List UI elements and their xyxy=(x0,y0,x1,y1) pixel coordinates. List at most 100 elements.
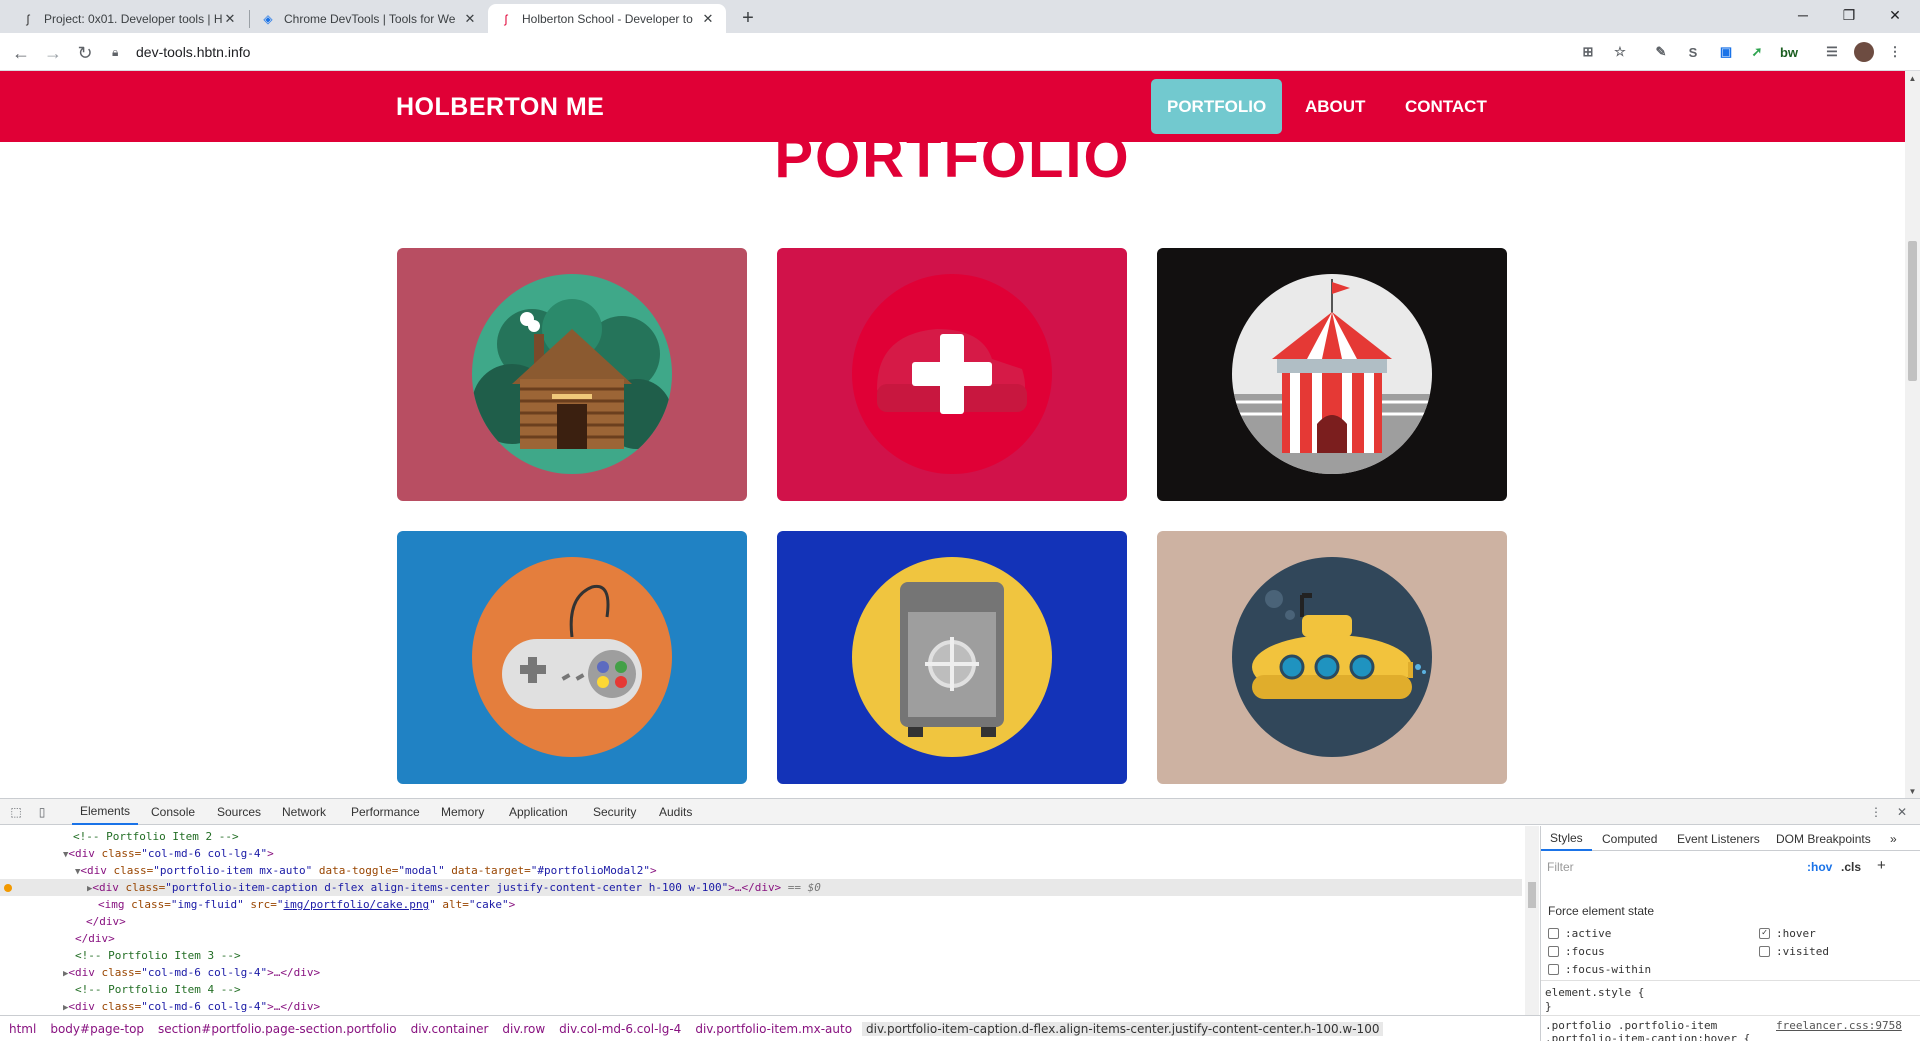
reload-button[interactable]: ↻ xyxy=(71,39,99,67)
src-link[interactable]: img/portfolio/cake.png xyxy=(283,898,429,911)
dom-node[interactable]: ▶<div class="col-md-6 col-lg-4">…</div> xyxy=(63,998,320,1015)
new-tab-button[interactable]: + xyxy=(736,6,760,30)
tab-performance[interactable]: Performance xyxy=(351,799,420,825)
scroll-thumb[interactable] xyxy=(1908,241,1917,381)
chrome-devtools-icon: ◈ xyxy=(263,11,273,26)
breadcrumb-item[interactable]: html xyxy=(9,1022,36,1036)
state-focus-within-checkbox[interactable]: :focus-within xyxy=(1548,963,1651,976)
tab-memory[interactable]: Memory xyxy=(441,799,484,825)
portfolio-item-safe[interactable] xyxy=(777,531,1127,784)
scroll-thumb[interactable] xyxy=(1528,882,1536,908)
nav-portfolio[interactable]: PORTFOLIO xyxy=(1151,79,1283,134)
breadcrumb-item[interactable]: div.portfolio-item.mx-auto xyxy=(695,1022,852,1036)
close-tab-icon[interactable]: ✕ xyxy=(462,11,478,27)
force-element-state-title: Force element state xyxy=(1548,904,1655,918)
cls-toggle[interactable]: .cls xyxy=(1841,860,1861,874)
tab-network[interactable]: Network xyxy=(282,799,326,825)
dom-node[interactable]: <!-- Portfolio Item 2 --> xyxy=(73,828,239,845)
tab-application[interactable]: Application xyxy=(509,799,568,825)
profile-avatar[interactable] xyxy=(1854,42,1874,62)
dom-node[interactable]: <!-- Portfolio Item 4 --> xyxy=(75,981,241,998)
tab-security[interactable]: Security xyxy=(593,799,636,825)
translate-icon[interactable]: ⊞ xyxy=(1578,42,1598,62)
browser-tab-project[interactable]: ʃ Project: 0x01. Developer tools | H ✕ xyxy=(10,4,248,33)
warning-dot-icon xyxy=(4,884,12,892)
dom-node[interactable]: </div> xyxy=(75,930,115,947)
skype-icon[interactable]: S xyxy=(1683,42,1703,62)
close-tab-icon[interactable]: ✕ xyxy=(222,11,238,27)
portfolio-item-circus[interactable] xyxy=(1157,248,1507,501)
selected-dom-node[interactable]: ▶<div class="portfolio-item-caption d-fl… xyxy=(0,879,1522,896)
devtools-menu-icon[interactable]: ⋮ xyxy=(1868,804,1884,820)
hov-toggle[interactable]: :hov xyxy=(1807,860,1832,874)
breadcrumb-item-selected[interactable]: div.portfolio-item-caption.d-flex.align-… xyxy=(862,1022,1384,1036)
forward-button[interactable]: → xyxy=(39,39,67,67)
bookmark-star-icon[interactable]: ☆ xyxy=(1610,42,1630,62)
portfolio-item-game[interactable] xyxy=(397,531,747,784)
address-bar[interactable]: 🔒︎ dev-tools.hbtn.info xyxy=(112,37,1622,67)
site-brand[interactable]: HOLBERTON ME xyxy=(396,93,604,122)
tag-name: <img xyxy=(98,898,125,911)
close-tab-icon[interactable]: ✕ xyxy=(700,11,716,27)
new-style-rule-button[interactable]: + xyxy=(1877,857,1886,874)
device-toolbar-icon[interactable]: ▯ xyxy=(34,804,50,820)
minimize-button[interactable]: ─ xyxy=(1780,0,1826,30)
tab-audits[interactable]: Audits xyxy=(659,799,692,825)
rule-selector[interactable]: .portfolio .portfolio-item xyxy=(1545,1019,1717,1032)
dom-node[interactable]: ▼<div class="col-md-6 col-lg-4"> xyxy=(63,845,274,862)
browser-tab-holberton[interactable]: ʃ Holberton School - Developer to ✕ xyxy=(488,4,726,33)
attr-value: "col-md-6 col-lg-4" xyxy=(141,966,268,979)
extension-arrow-icon[interactable]: ➚ xyxy=(1747,42,1767,62)
breadcrumb-item[interactable]: section#portfolio.page-section.portfolio xyxy=(158,1022,397,1036)
page-scrollbar[interactable]: ▲ ▼ xyxy=(1905,71,1920,798)
eyedropper-icon[interactable]: ✎ xyxy=(1651,42,1671,62)
browser-tab-chrome-devtools[interactable]: ◈ Chrome DevTools | Tools for We ✕ xyxy=(250,4,488,33)
tab-console[interactable]: Console xyxy=(151,799,195,825)
close-window-button[interactable]: ✕ xyxy=(1872,0,1918,30)
tab-styles[interactable]: Styles xyxy=(1541,826,1592,851)
element-style-rule[interactable]: element.style { xyxy=(1545,986,1644,999)
more-tabs-icon[interactable]: » xyxy=(1890,826,1897,851)
portfolio-item-cabin[interactable] xyxy=(397,248,747,501)
elements-tree[interactable]: <!-- Portfolio Item 2 --> ▼<div class="c… xyxy=(0,826,1540,1015)
state-visited-checkbox[interactable]: :visited xyxy=(1759,945,1829,958)
back-button[interactable]: ← xyxy=(7,39,35,67)
breadcrumb-item[interactable]: body#page-top xyxy=(50,1022,144,1036)
restore-button[interactable]: ❐ xyxy=(1826,0,1872,30)
dom-node[interactable]: ▶<div class="col-md-6 col-lg-4">…</div> xyxy=(63,964,320,981)
dom-node[interactable]: <!-- Portfolio Item 3 --> xyxy=(75,947,241,964)
tag-name: <div xyxy=(68,847,95,860)
site-navbar: HOLBERTON ME PORTFOLIO ABOUT CONTACT xyxy=(0,71,1905,142)
reading-list-icon[interactable]: ☰ xyxy=(1822,42,1842,62)
dom-node[interactable]: </div> xyxy=(86,913,126,930)
devtools-close-icon[interactable]: ✕ xyxy=(1894,804,1910,820)
extension-bw-icon[interactable]: bw xyxy=(1779,42,1799,62)
tab-event-listeners[interactable]: Event Listeners xyxy=(1677,826,1760,851)
scroll-down-arrow[interactable]: ▼ xyxy=(1905,784,1920,798)
portfolio-item-cake[interactable] xyxy=(777,248,1127,501)
state-active-checkbox[interactable]: :active xyxy=(1548,927,1611,940)
breadcrumb-item[interactable]: div.row xyxy=(502,1022,545,1036)
scroll-up-arrow[interactable]: ▲ xyxy=(1905,71,1920,85)
nav-contact[interactable]: CONTACT xyxy=(1389,79,1503,134)
more-menu-icon[interactable]: ⋮ xyxy=(1885,42,1905,62)
tab-dom-breakpoints[interactable]: DOM Breakpoints xyxy=(1776,826,1871,851)
elements-scrollbar[interactable] xyxy=(1525,826,1539,1015)
tab-sources[interactable]: Sources xyxy=(217,799,261,825)
dom-node[interactable]: <img class="img-fluid" src="img/portfoli… xyxy=(98,896,515,913)
inspect-element-icon[interactable]: ⬚ xyxy=(8,804,24,820)
nav-about[interactable]: ABOUT xyxy=(1289,79,1381,134)
portfolio-item-submarine[interactable] xyxy=(1157,531,1507,784)
tab-elements[interactable]: Elements xyxy=(72,799,139,825)
breadcrumb-item[interactable]: div.container xyxy=(411,1022,489,1036)
rule-selector[interactable]: .portfolio-item-caption:hover { xyxy=(1545,1032,1750,1041)
state-hover-checkbox[interactable]: ✓:hover xyxy=(1759,927,1816,940)
breadcrumb-item[interactable]: div.col-md-6.col-lg-4 xyxy=(559,1022,681,1036)
dom-node[interactable]: ▼<div class="portfolio-item mx-auto" dat… xyxy=(75,862,657,879)
extension-icon[interactable]: ▣ xyxy=(1716,42,1736,62)
safe-icon xyxy=(852,557,1052,757)
tab-computed[interactable]: Computed xyxy=(1602,826,1657,851)
rule-source-link[interactable]: freelancer.css:9758 xyxy=(1776,1019,1902,1032)
styles-filter-input[interactable]: Filter xyxy=(1547,860,1801,878)
state-focus-checkbox[interactable]: :focus xyxy=(1548,945,1605,958)
